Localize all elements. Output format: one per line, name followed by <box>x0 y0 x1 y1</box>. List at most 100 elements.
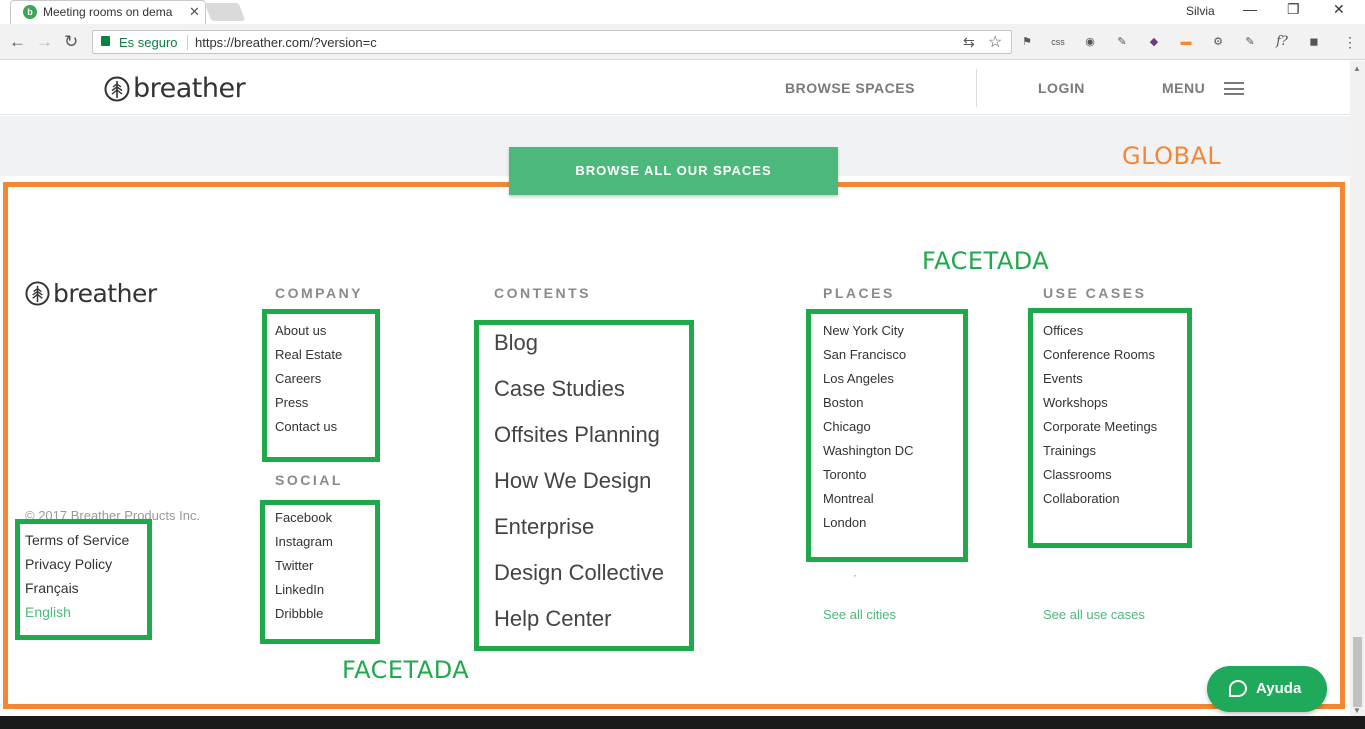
site-favicon-icon: b <box>23 5 37 19</box>
header-logo[interactable]: breather <box>104 73 246 104</box>
extension-layers-icon[interactable]: ◆ <box>1146 34 1162 50</box>
places-links: New York City San Francisco Los Angeles … <box>823 319 914 535</box>
real-estate-link[interactable]: Real Estate <box>275 343 342 367</box>
extension-eyedropper-icon[interactable]: ✎ <box>1114 34 1130 50</box>
menu-link[interactable]: MENU <box>1162 80 1205 96</box>
page-scrollbar[interactable]: ▲ ▼ <box>1350 61 1365 717</box>
extension-flag-icon[interactable]: ⚑ <box>1019 34 1035 50</box>
extension-pen-icon[interactable]: ✎ <box>1242 34 1258 50</box>
instagram-link[interactable]: Instagram <box>275 530 333 554</box>
window-restore-button[interactable]: ❐ <box>1287 1 1300 18</box>
use-case-link-workshops[interactable]: Workshops <box>1043 391 1157 415</box>
url-text[interactable]: https://breather.com/?version=c <box>195 35 377 50</box>
extension-font-icon[interactable]: f? <box>1274 34 1290 50</box>
blog-link[interactable]: Blog <box>494 320 664 366</box>
lock-icon <box>101 36 110 46</box>
tab-close-icon[interactable]: ✕ <box>189 4 200 20</box>
use-case-link-offices[interactable]: Offices <box>1043 319 1157 343</box>
place-link-washington-dc[interactable]: Washington DC <box>823 439 914 463</box>
window-user-name[interactable]: Silvia <box>1186 4 1215 18</box>
site-header: breather BROWSE SPACES LOGIN MENU <box>0 61 1350 115</box>
twitter-link[interactable]: Twitter <box>275 554 333 578</box>
header-divider <box>976 69 977 107</box>
facebook-link[interactable]: Facebook <box>275 506 333 530</box>
see-all-use-cases-link[interactable]: See all use cases <box>1043 607 1145 622</box>
scroll-down-arrow-icon[interactable]: ▼ <box>1353 706 1361 715</box>
browse-all-spaces-button[interactable]: BROWSE ALL OUR SPACES <box>509 147 838 195</box>
window-minimize-button[interactable]: — <box>1243 1 1257 17</box>
footer-logo-text: breather <box>53 279 157 308</box>
see-all-cities-link[interactable]: See all cities <box>823 607 896 622</box>
offsites-planning-link[interactable]: Offsites Planning <box>494 412 664 458</box>
place-link-chicago[interactable]: Chicago <box>823 415 914 439</box>
extension-css-icon[interactable]: css <box>1050 34 1066 50</box>
places-heading: PLACES <box>823 285 895 301</box>
scrollbar-thumb[interactable] <box>1353 637 1362 707</box>
copyright-text: © 2017 Breather Products Inc. <box>25 508 201 523</box>
footer-tree-logo-icon <box>25 281 50 306</box>
contact-us-link[interactable]: Contact us <box>275 415 342 439</box>
language-english-link[interactable]: English <box>25 600 129 624</box>
company-heading: COMPANY <box>275 285 364 301</box>
place-link-boston[interactable]: Boston <box>823 391 914 415</box>
enterprise-link[interactable]: Enterprise <box>494 504 664 550</box>
use-cases-links: Offices Conference Rooms Events Workshop… <box>1043 319 1157 511</box>
os-taskbar <box>0 716 1365 729</box>
reload-icon[interactable]: ↻ <box>64 32 78 52</box>
extension-bar-icon[interactable]: ▬ <box>1178 34 1194 50</box>
privacy-policy-link[interactable]: Privacy Policy <box>25 552 129 576</box>
place-link-new-york-city[interactable]: New York City <box>823 319 914 343</box>
forward-arrow-icon[interactable]: → <box>36 32 53 52</box>
place-link-toronto[interactable]: Toronto <box>823 463 914 487</box>
place-link-san-francisco[interactable]: San Francisco <box>823 343 914 367</box>
secure-label[interactable]: Es seguro <box>119 35 178 50</box>
translate-icon[interactable]: ⇆ <box>963 34 975 51</box>
legal-links: Terms of Service Privacy Policy Français… <box>25 528 129 624</box>
extension-camera-icon[interactable]: ◉ <box>1082 34 1098 50</box>
help-chat-button[interactable]: Ayuda <box>1207 666 1327 712</box>
window-close-button[interactable]: ✕ <box>1333 1 1345 18</box>
contents-heading: CONTENTS <box>494 285 591 301</box>
browser-toolbar: ← → ↻ Es seguro https://breather.com/?ve… <box>0 24 1365 60</box>
design-collective-link[interactable]: Design Collective <box>494 550 664 596</box>
tree-logo-icon <box>104 76 130 101</box>
contents-links: Blog Case Studies Offsites Planning How … <box>494 320 664 642</box>
about-us-link[interactable]: About us <box>275 319 342 343</box>
address-bar[interactable]: Es seguro https://breather.com/?version=… <box>92 30 1012 54</box>
terms-of-service-link[interactable]: Terms of Service <box>25 528 129 552</box>
use-case-link-collaboration[interactable]: Collaboration <box>1043 487 1157 511</box>
use-case-link-classrooms[interactable]: Classrooms <box>1043 463 1157 487</box>
scroll-up-arrow-icon[interactable]: ▲ <box>1353 64 1361 73</box>
hamburger-menu-icon[interactable] <box>1224 82 1244 95</box>
linkedin-link[interactable]: LinkedIn <box>275 578 333 602</box>
browser-menu-icon[interactable]: ⋮ <box>1342 34 1358 50</box>
address-divider <box>187 35 188 50</box>
press-link[interactable]: Press <box>275 391 342 415</box>
help-center-link[interactable]: Help Center <box>494 596 664 642</box>
decorative-dot: · <box>853 568 857 582</box>
annotation-facetada-top-label: FACETADA <box>922 247 1050 275</box>
place-link-montreal[interactable]: Montreal <box>823 487 914 511</box>
extension-shield-icon[interactable]: ◼ <box>1306 34 1322 50</box>
use-case-link-events[interactable]: Events <box>1043 367 1157 391</box>
how-we-design-link[interactable]: How We Design <box>494 458 664 504</box>
language-francais-link[interactable]: Français <box>25 576 129 600</box>
login-link[interactable]: LOGIN <box>1038 80 1085 96</box>
place-link-london[interactable]: London <box>823 511 914 535</box>
place-link-los-angeles[interactable]: Los Angeles <box>823 367 914 391</box>
browser-tab-bar: b Meeting rooms on dema ✕ Silvia — ❐ ✕ <box>0 0 1365 24</box>
use-case-link-corporate-meetings[interactable]: Corporate Meetings <box>1043 415 1157 439</box>
dribbble-link[interactable]: Dribbble <box>275 602 333 626</box>
new-tab-button[interactable] <box>204 3 246 21</box>
case-studies-link[interactable]: Case Studies <box>494 366 664 412</box>
browse-spaces-link[interactable]: BROWSE SPACES <box>785 80 915 96</box>
browser-tab[interactable]: b Meeting rooms on dema ✕ <box>10 0 206 24</box>
back-arrow-icon[interactable]: ← <box>9 32 26 52</box>
use-case-link-conference-rooms[interactable]: Conference Rooms <box>1043 343 1157 367</box>
careers-link[interactable]: Careers <box>275 367 342 391</box>
use-case-link-trainings[interactable]: Trainings <box>1043 439 1157 463</box>
tab-title: Meeting rooms on dema <box>43 5 173 19</box>
bookmark-star-icon[interactable]: ☆ <box>988 32 1002 52</box>
footer-logo[interactable]: breather <box>25 279 157 308</box>
extension-gear-icon[interactable]: ⚙ <box>1210 34 1226 50</box>
